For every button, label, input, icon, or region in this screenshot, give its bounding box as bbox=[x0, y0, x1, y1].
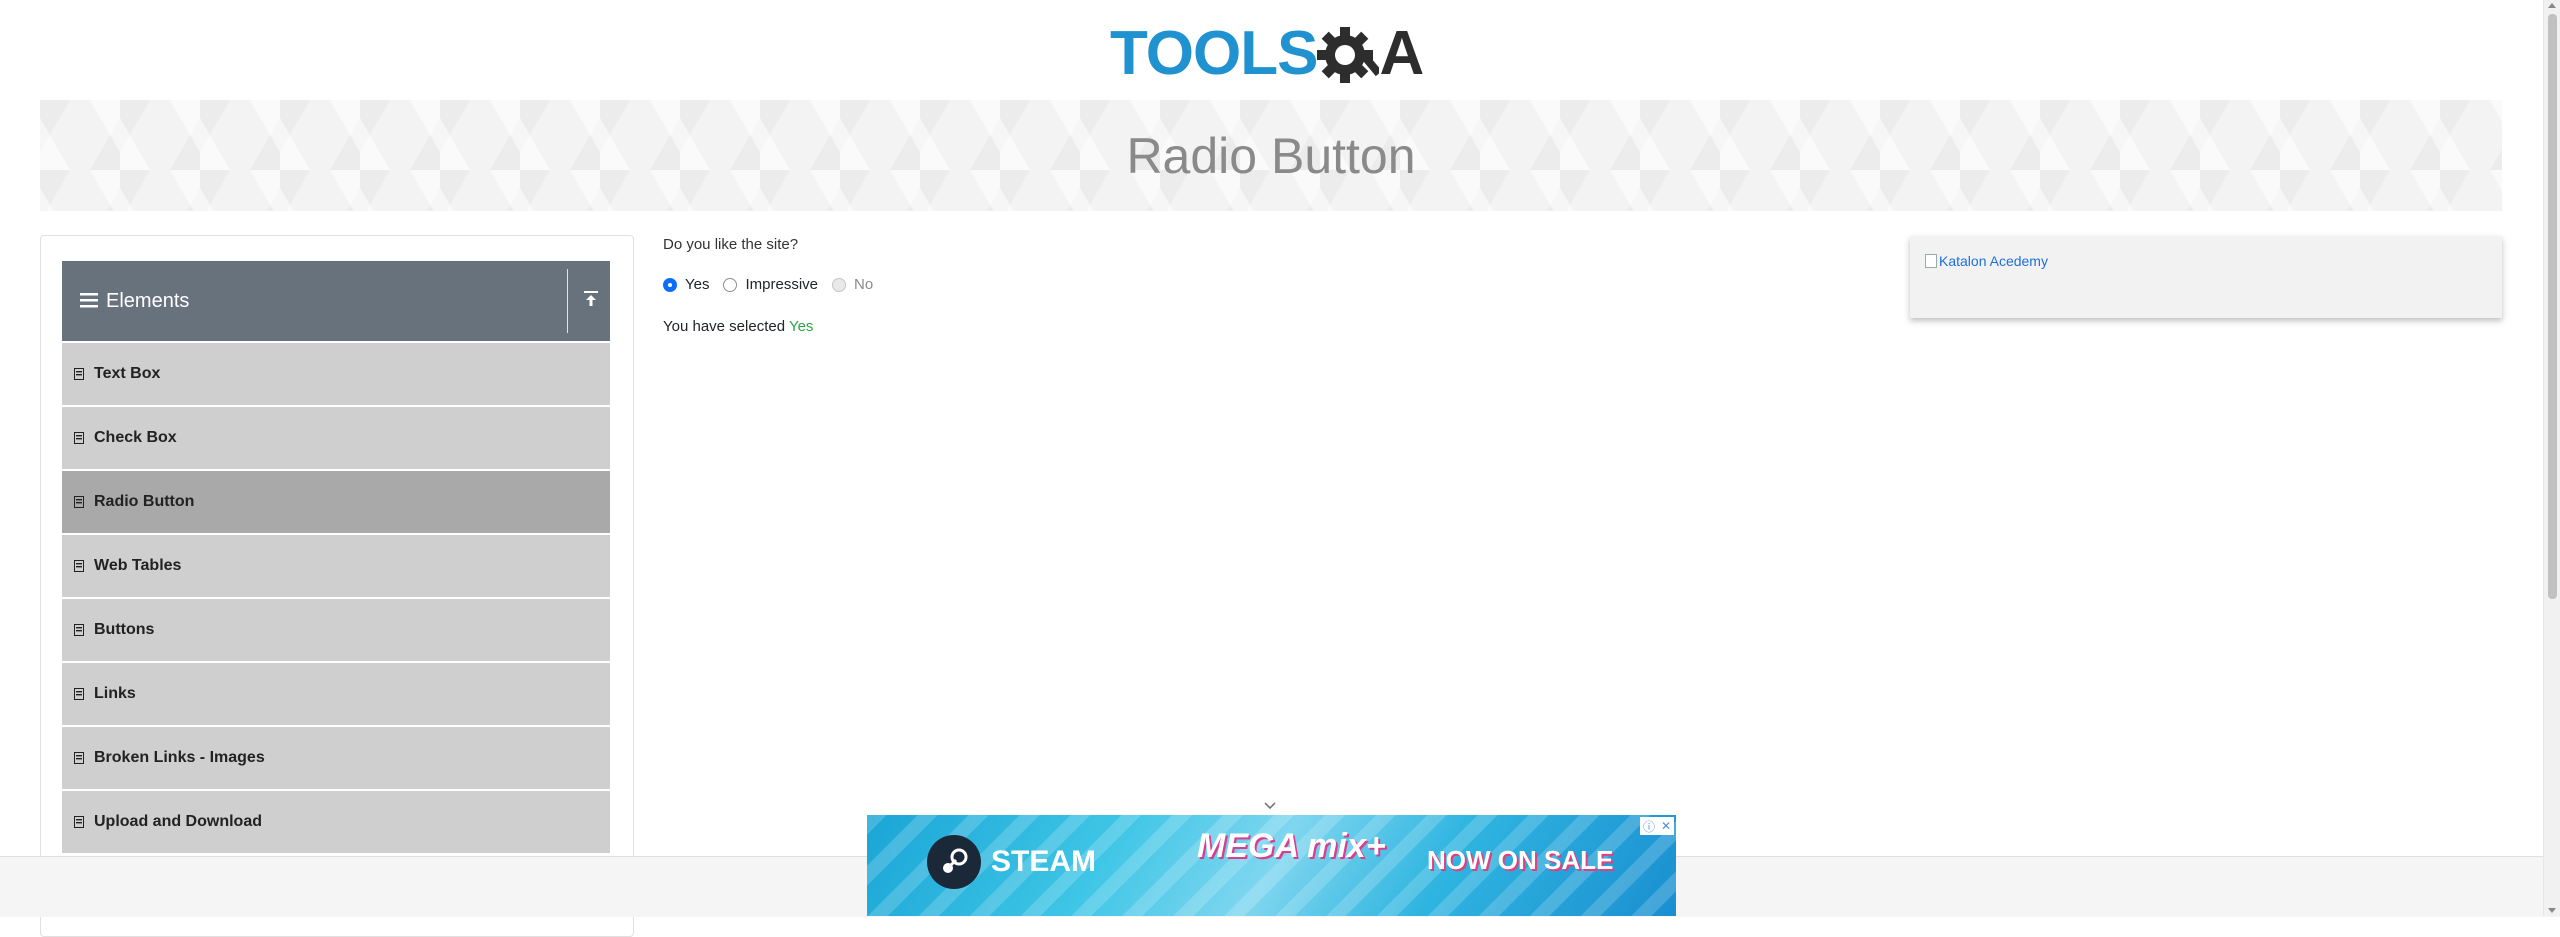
sidebar-item-check-box[interactable]: Check Box bbox=[62, 407, 610, 469]
element-item-icon bbox=[74, 624, 88, 636]
radio-yes[interactable]: Yes bbox=[663, 276, 709, 293]
radio-yes-label[interactable]: Yes bbox=[685, 276, 709, 293]
element-item-icon bbox=[74, 688, 88, 700]
sidebar-item-label: Text Box bbox=[94, 365, 161, 382]
selection-result: You have selected Yes bbox=[663, 318, 813, 335]
radio-yes-input[interactable] bbox=[663, 277, 677, 292]
header-divider bbox=[567, 269, 568, 333]
toolsqa-logo[interactable]: TOOLS A bbox=[1110, 16, 1440, 91]
sidebar-item-text-box[interactable]: Text Box bbox=[62, 343, 610, 405]
radio-form: Do you like the site? Yes Impressive No … bbox=[663, 236, 873, 335]
page-scrollbar[interactable] bbox=[2543, 0, 2560, 916]
left-panel: Elements Text Box Check Box Radio Button… bbox=[40, 235, 634, 937]
sidebar-item-label: Broken Links - Images bbox=[94, 749, 265, 766]
sale-text: NOW ON SALE bbox=[1427, 845, 1614, 875]
logo-text-a: A bbox=[1379, 18, 1424, 88]
katalon-ad-alt: Katalon Acedemy bbox=[1939, 253, 2048, 269]
sidebar-item-radio-button[interactable]: Radio Button bbox=[62, 471, 610, 533]
sidebar-item-broken-links[interactable]: Broken Links - Images bbox=[62, 727, 610, 789]
sidebar-item-label: Buttons bbox=[94, 621, 155, 638]
sidebar-item-links[interactable]: Links bbox=[62, 663, 610, 725]
sidebar-item-buttons[interactable]: Buttons bbox=[62, 599, 610, 661]
element-item-icon bbox=[74, 752, 88, 764]
scroll-down-icon[interactable] bbox=[2548, 908, 2556, 913]
scroll-up-icon[interactable] bbox=[2548, 3, 2556, 8]
scrollbar-thumb[interactable] bbox=[2548, 14, 2557, 599]
ad-info-icon[interactable]: ⓘ bbox=[1643, 818, 1655, 835]
sidebar-item-label: Radio Button bbox=[94, 493, 195, 510]
radio-impressive-label[interactable]: Impressive bbox=[745, 276, 818, 293]
result-prefix: You have selected bbox=[663, 318, 786, 335]
radio-no: No bbox=[832, 276, 873, 293]
footer-ad-banner[interactable]: STEAM MEGA mix+ NOW ON SALE ⓘ ✕ bbox=[867, 815, 1676, 916]
elements-menu: Text Box Check Box Radio Button Web Tabl… bbox=[62, 343, 610, 855]
result-value: Yes bbox=[788, 318, 814, 335]
sidebar-item-label: Check Box bbox=[94, 429, 177, 446]
group-title: Elements bbox=[106, 289, 190, 312]
element-item-icon bbox=[74, 368, 88, 380]
gear-q-icon bbox=[1317, 26, 1380, 83]
element-item-icon bbox=[74, 816, 88, 828]
ad-close-controls[interactable]: ⓘ ✕ bbox=[1640, 817, 1674, 835]
elements-group-header[interactable]: Elements bbox=[62, 261, 610, 341]
broken-image-icon bbox=[1925, 254, 1937, 268]
steam-brand: STEAM bbox=[927, 835, 1096, 889]
element-item-icon bbox=[74, 432, 88, 444]
game-title: MEGA mix+ bbox=[1197, 827, 1386, 865]
page-banner: Radio Button bbox=[40, 100, 2502, 211]
steam-logo-icon bbox=[927, 835, 981, 889]
question-label: Do you like the site? bbox=[663, 236, 799, 253]
page-title: Radio Button bbox=[1126, 127, 1416, 184]
sidebar-item-label: Links bbox=[94, 685, 136, 702]
element-item-icon bbox=[74, 560, 88, 572]
radio-impressive-input[interactable] bbox=[723, 277, 738, 292]
menu-hamburger-icon bbox=[80, 289, 102, 314]
radio-no-label: No bbox=[854, 276, 874, 293]
sidebar-item-web-tables[interactable]: Web Tables bbox=[62, 535, 610, 597]
logo-text-tools: TOOLS bbox=[1110, 18, 1318, 88]
sidebar-item-label: Web Tables bbox=[94, 557, 182, 574]
radio-impressive[interactable]: Impressive bbox=[723, 276, 818, 293]
chevron-down-icon[interactable] bbox=[1262, 797, 1278, 811]
collapse-upload-icon[interactable] bbox=[582, 289, 602, 313]
radio-group: Yes Impressive No bbox=[663, 276, 887, 293]
steam-text: STEAM bbox=[991, 845, 1096, 878]
katalon-ad[interactable]: Katalon Acedemy bbox=[1910, 236, 2502, 318]
sidebar-item-upload-download[interactable]: Upload and Download bbox=[62, 791, 610, 853]
katalon-ad-link[interactable]: Katalon Acedemy bbox=[1925, 253, 2048, 269]
sidebar-item-label: Upload and Download bbox=[94, 813, 262, 830]
radio-no-input bbox=[832, 277, 847, 292]
ad-close-icon[interactable]: ✕ bbox=[1661, 819, 1671, 833]
element-item-icon bbox=[74, 496, 88, 508]
